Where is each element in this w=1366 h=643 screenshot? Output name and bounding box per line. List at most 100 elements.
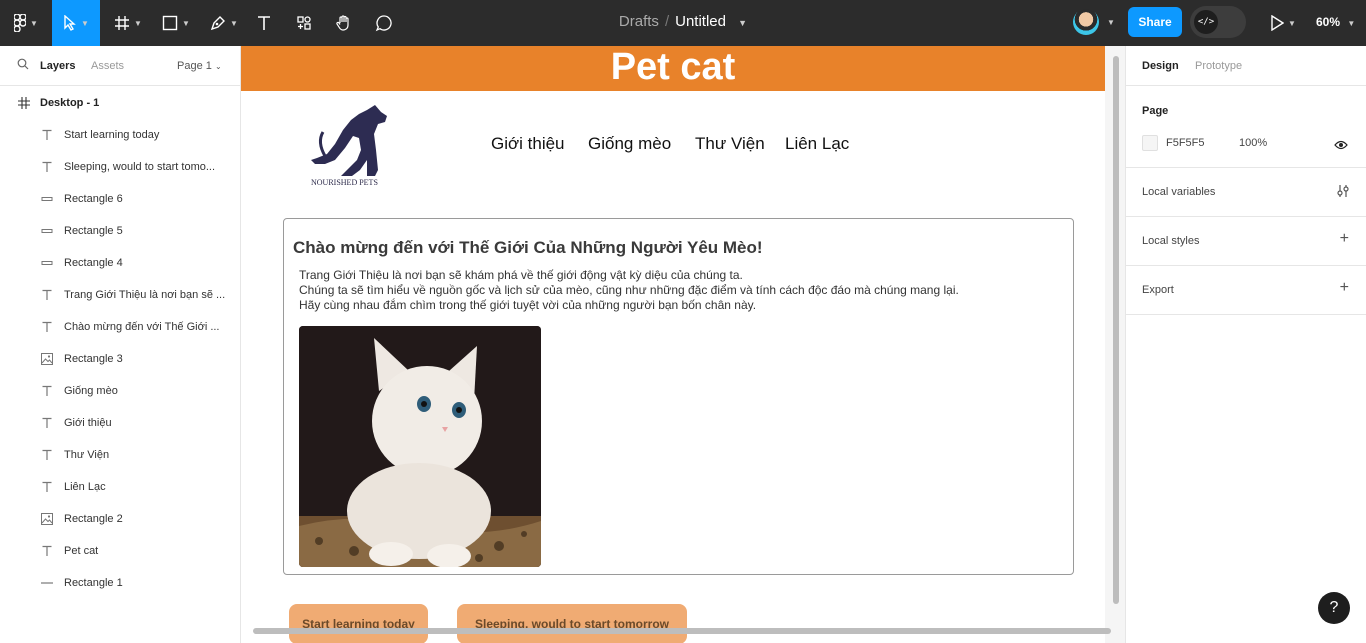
intro-title: Chào mừng đến với Thế Giới Của Những Ngư…	[293, 238, 763, 257]
layer-row[interactable]: Trang Giới Thiệu là nơi bạn sẽ ...	[0, 279, 240, 311]
folder-name[interactable]: Drafts	[619, 13, 659, 30]
horizontal-scrollbar[interactable]	[253, 628, 1111, 634]
intro-line: Chúng ta sẽ tìm hiểu về nguồn gốc và lịc…	[299, 283, 959, 297]
layer-label: Rectangle 2	[64, 513, 123, 525]
tab-prototype[interactable]: Prototype	[1195, 60, 1242, 72]
banner-title[interactable]: Pet cat	[241, 46, 1105, 91]
nav-thu-vien[interactable]: Thư Viện	[695, 134, 765, 154]
layer-row[interactable]: Giới thiệu	[0, 407, 240, 439]
text-layer-icon	[41, 545, 53, 557]
chevron-down-icon: ▼	[134, 18, 142, 28]
layer-row[interactable]: Giống mèo	[0, 375, 240, 407]
code-icon: </>	[1194, 10, 1218, 34]
local-variables-label: Local variables	[1142, 186, 1216, 198]
present-button[interactable]: ▼	[1266, 0, 1300, 46]
nav-gioi-thieu[interactable]: Giới thiệu	[491, 134, 565, 154]
local-styles-section[interactable]: Local styles +	[1126, 217, 1366, 266]
layers-panel: Layers Assets Page 1 ⌄ Desktop - 1 Start…	[0, 46, 241, 643]
text-layer-icon	[41, 449, 53, 461]
layer-frame-desktop[interactable]: Desktop - 1	[40, 97, 99, 109]
move-tool[interactable]: ▼	[52, 0, 100, 46]
frame-tool[interactable]: ▼	[108, 0, 148, 46]
tab-design[interactable]: Design	[1142, 60, 1179, 72]
chevron-down-icon: ▼	[30, 18, 38, 28]
page-opacity-value[interactable]: 100%	[1239, 137, 1267, 149]
pen-tool[interactable]: ▼	[204, 0, 244, 46]
layer-label: Sleeping, would to start tomo...	[64, 161, 216, 173]
intro-line: Trang Giới Thiệu là nơi bạn sẽ khám phá …	[299, 268, 743, 282]
page-color-value[interactable]: F5F5F5	[1166, 137, 1205, 149]
chevron-down-icon: ▼	[230, 18, 238, 28]
export-section[interactable]: Export +	[1126, 266, 1366, 315]
layer-label: Chào mừng đến với Thế Giới ...	[64, 321, 220, 333]
variables-icon[interactable]	[1336, 184, 1350, 203]
rectangle-icon	[162, 15, 178, 31]
properties-panel: Design Prototype Page F5F5F5 100% Local …	[1125, 46, 1366, 643]
layer-label: Pet cat	[64, 545, 99, 557]
chevron-down-icon[interactable]: ▼	[738, 18, 747, 28]
sleeping-button[interactable]: Sleeping, would to start tomorrow	[457, 604, 687, 643]
layer-row[interactable]: Rectangle 1	[0, 567, 240, 599]
rectangle-layer-icon	[41, 257, 53, 269]
eye-icon[interactable]	[1334, 137, 1348, 155]
chevron-down-icon: ▼	[182, 18, 190, 28]
resources-tool[interactable]	[292, 0, 316, 46]
local-variables-section[interactable]: Local variables	[1126, 168, 1366, 217]
layer-label: Rectangle 6	[64, 193, 123, 205]
layer-row[interactable]: Chào mừng đến với Thế Giới ...	[0, 311, 240, 343]
file-name[interactable]: Untitled	[675, 13, 726, 30]
dev-mode-toggle[interactable]: </>	[1190, 6, 1246, 38]
text-icon	[256, 15, 272, 31]
search-icon[interactable]	[17, 58, 29, 73]
intro-text: Trang Giới Thiệu là nơi bạn sẽ khám phá …	[299, 268, 959, 313]
layer-row[interactable]: Rectangle 3	[0, 343, 240, 375]
page-color-swatch[interactable]	[1142, 135, 1158, 151]
chevron-down-icon[interactable]: ▼	[1107, 18, 1115, 27]
frame-icon	[18, 96, 30, 114]
chevron-down-icon: ▼	[81, 18, 89, 28]
layer-label: Trang Giới Thiệu là nơi bạn sẽ ...	[64, 289, 226, 301]
layer-row[interactable]: Start learning today	[0, 119, 240, 151]
hand-icon	[335, 14, 353, 32]
main-menu-button[interactable]: ▼	[6, 0, 46, 46]
help-button[interactable]: ?	[1318, 592, 1350, 624]
chevron-down-icon: ▼	[1347, 19, 1356, 28]
nav-giong-meo[interactable]: Giống mèo	[588, 134, 671, 154]
nav-lien-lac[interactable]: Liên Lạc	[785, 134, 849, 154]
rectangle-layer-icon	[41, 225, 53, 237]
pen-icon	[210, 15, 226, 31]
right-panel-tabs: Design Prototype	[1126, 46, 1366, 86]
page-name: Page 1	[177, 60, 212, 72]
image-layer-icon	[41, 353, 53, 365]
shape-tool[interactable]: ▼	[156, 0, 196, 46]
layer-row[interactable]: Rectangle 5	[0, 215, 240, 247]
play-icon	[1270, 15, 1285, 31]
layer-row[interactable]: Pet cat	[0, 535, 240, 567]
desktop-frame[interactable]: Pet cat NOURISHED PETS Giới thiệu Giống …	[241, 46, 1105, 643]
avatar[interactable]	[1073, 9, 1099, 35]
hand-tool[interactable]	[332, 0, 356, 46]
comment-tool[interactable]	[372, 0, 396, 46]
zoom-level[interactable]: 60% ▼	[1316, 15, 1355, 29]
tab-assets[interactable]: Assets	[91, 60, 124, 72]
canvas[interactable]: Pet cat NOURISHED PETS Giới thiệu Giống …	[241, 46, 1125, 643]
text-tool[interactable]	[252, 0, 276, 46]
start-learning-button[interactable]: Start learning today	[289, 604, 428, 643]
layer-row[interactable]: Rectangle 6	[0, 183, 240, 215]
layer-row[interactable]: Rectangle 4	[0, 247, 240, 279]
layer-row[interactable]: Liên Lạc	[0, 471, 240, 503]
share-button[interactable]: Share	[1128, 7, 1182, 37]
page-selector[interactable]: Page 1 ⌄	[177, 60, 222, 72]
layer-row[interactable]: Rectangle 2	[0, 503, 240, 535]
vertical-scrollbar[interactable]	[1113, 56, 1119, 604]
plus-icon[interactable]: +	[1340, 279, 1349, 297]
local-styles-label: Local styles	[1142, 235, 1200, 247]
page-label: Page	[1142, 105, 1169, 117]
comment-icon	[375, 14, 393, 32]
kitten-image[interactable]	[299, 326, 541, 567]
layer-row[interactable]: Sleeping, would to start tomo...	[0, 151, 240, 183]
plus-icon[interactable]: +	[1340, 230, 1349, 248]
intro-card[interactable]: Chào mừng đến với Thế Giới Của Những Ngư…	[283, 218, 1074, 575]
layer-row[interactable]: Thư Viện	[0, 439, 240, 471]
tab-layers[interactable]: Layers	[40, 60, 75, 72]
